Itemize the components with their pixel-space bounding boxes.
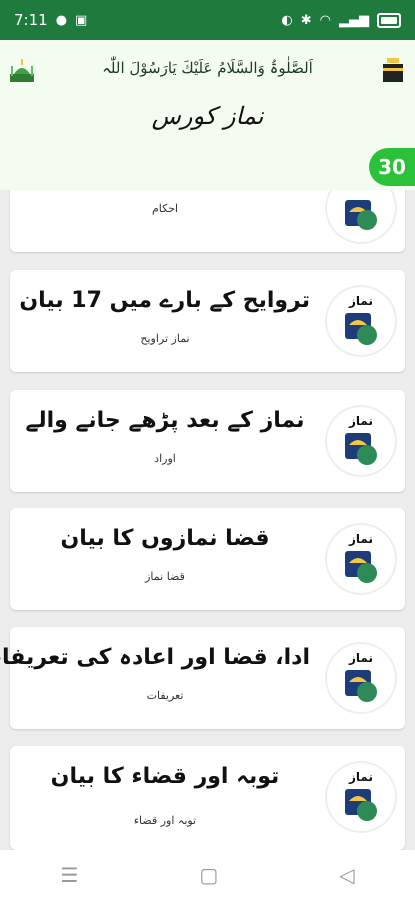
- bluetooth-icon: ✱: [300, 12, 312, 28]
- list-item[interactable]: تروایح کے بارے میں 17 بیان نماز تراویح ن…: [10, 270, 405, 372]
- item-title: تروایح کے بارے میں 17 بیان: [19, 288, 310, 313]
- item-subtitle: احکام: [151, 202, 179, 215]
- salutation-text: اَلصَّلٰوۃُ وَالسَّلَامُ عَلَیْكَ یَارَس…: [102, 59, 313, 77]
- thumb-label: نماز: [348, 651, 373, 665]
- item-title: نماز کے بعد پڑھے جانے والے: [25, 408, 305, 433]
- lesson-list[interactable]: احکام تروایح کے بارے میں 17 بیان نماز تر…: [0, 190, 415, 850]
- namaz-thumbnail-icon: نماز: [327, 407, 395, 475]
- list-item[interactable]: قضا نمازوں کا بیان قضا نماز نماز: [10, 508, 405, 610]
- list-item[interactable]: احکام: [10, 190, 405, 252]
- item-title: ادا، قضا اور اعادہ کی تعریفات: [0, 645, 310, 670]
- thumb-label: نماز: [348, 414, 373, 428]
- wifi-icon: ◠: [319, 12, 331, 28]
- header-banner: اَلصَّلٰوۃُ وَالسَّلَامُ عَلَیْكَ یَارَس…: [0, 48, 415, 88]
- item-subtitle: قضا نماز: [145, 570, 185, 583]
- thumb-label: نماز: [348, 294, 373, 308]
- namaz-thumbnail-icon: نماز: [327, 287, 395, 355]
- system-nav-bar: ☰ ▢ ◁: [0, 850, 415, 900]
- recent-apps-icon[interactable]: ☰: [60, 863, 78, 887]
- item-title: قضا نمازوں کا بیان: [60, 526, 270, 551]
- namaz-thumbnail-icon: نماز: [327, 763, 395, 831]
- thumb-label: نماز: [348, 770, 373, 784]
- battery-icon: [377, 12, 401, 28]
- madina-dome-icon: [10, 59, 34, 82]
- headset-icon: ◐: [281, 12, 293, 28]
- list-item[interactable]: نماز کے بعد پڑھے جانے والے اوراد نماز: [10, 390, 405, 492]
- page-title: نماز کورس: [151, 102, 264, 130]
- item-subtitle: تعریفات: [146, 689, 184, 702]
- thumb-label: نماز: [348, 532, 373, 546]
- status-bar: 7:11 ● ▣ ◐ ✱ ◠ ▂▄▆: [0, 0, 415, 40]
- notification-icon: ▣: [75, 12, 88, 28]
- item-subtitle: توبہ اور قضاء: [133, 814, 197, 827]
- namaz-thumbnail-icon: [327, 190, 395, 242]
- back-icon[interactable]: ◁: [339, 863, 354, 887]
- list-item[interactable]: توبہ اور قضاء کا بیان توبہ اور قضاء نماز: [10, 746, 405, 850]
- counter-badge[interactable]: 30: [369, 148, 415, 186]
- item-subtitle: نماز تراویح: [140, 332, 190, 345]
- status-time: 7:11: [14, 11, 48, 29]
- namaz-thumbnail-icon: نماز: [327, 525, 395, 593]
- kaaba-icon: [383, 58, 403, 82]
- whatsapp-notification-icon: ●: [55, 12, 68, 28]
- list-item[interactable]: ادا، قضا اور اعادہ کی تعریفات تعریفات نم…: [0, 627, 405, 729]
- signal-icon: ▂▄▆: [339, 12, 369, 28]
- item-title: توبہ اور قضاء کا بیان: [50, 764, 280, 789]
- item-subtitle: اوراد: [154, 452, 176, 465]
- home-icon[interactable]: ▢: [199, 863, 218, 887]
- app-header: اَلصَّلٰوۃُ وَالسَّلَامُ عَلَیْكَ یَارَس…: [0, 40, 415, 190]
- namaz-thumbnail-icon: نماز: [327, 644, 395, 712]
